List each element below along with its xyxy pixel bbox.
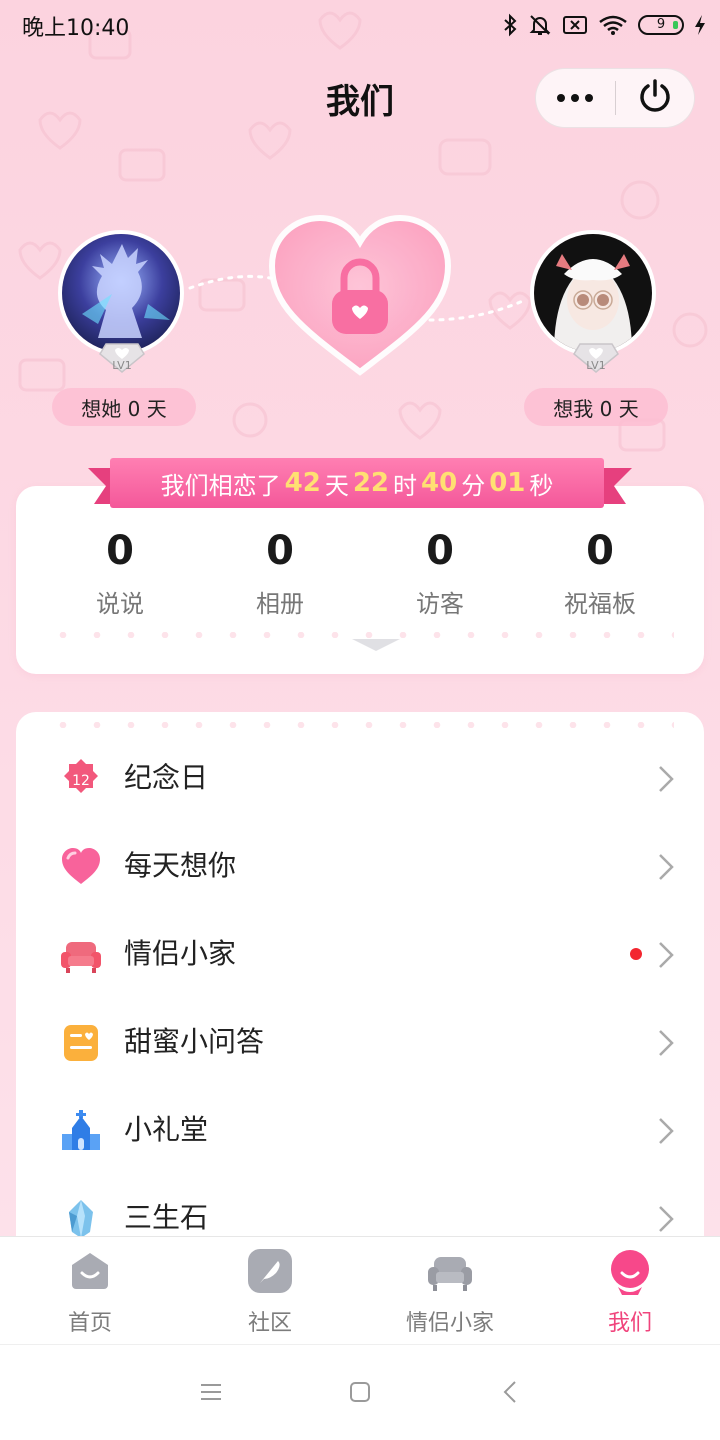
stat-label: 访客 [416,590,464,618]
menu-item-chapel[interactable]: 小礼堂 [16,1086,704,1174]
sofa-icon [428,1257,472,1291]
menu-item-sweet-qa[interactable]: 甜蜜小问答 [16,998,704,1086]
partner-avatar-right[interactable] [530,230,656,356]
timer-minutes: 40 [421,468,458,498]
stat-value: 0 [586,528,614,574]
tab-us[interactable]: 我们 [540,1237,720,1345]
heart-lock-icon[interactable] [268,212,452,382]
menu-card: 12 纪念日 每天想你 情侣小家 甜蜜小问答 小礼堂 三生石 [16,712,704,1272]
stat-value: 0 [266,528,294,574]
notification-dot [630,948,642,960]
chapel-icon [62,1110,100,1150]
menu-label: 小礼堂 [124,1113,209,1146]
stats-card: 0 说说 0 相册 0 访客 0 祝福板 [16,486,704,674]
stat-posts[interactable]: 0 说说 [40,526,200,619]
tab-home[interactable]: 首页 [0,1237,180,1345]
tab-label: 首页 [67,1311,112,1336]
power-icon [637,78,673,118]
timer-hours: 22 [352,468,389,498]
menu-label: 情侣小家 [124,937,237,970]
timer-hours-unit: 时 [393,471,417,500]
chevron-right-icon [659,1206,674,1232]
tab-couple-home[interactable]: 情侣小家 [360,1237,540,1345]
tab-label: 情侣小家 [405,1311,494,1336]
menu-nav-button[interactable] [196,1377,226,1407]
tab-label: 我们 [607,1311,652,1336]
calendar-number: 12 [72,773,90,789]
couple-face-icon [611,1250,649,1295]
wifi-icon [598,13,628,37]
status-time: 晚上10:40 [22,16,130,41]
menu-item-miss-you-daily[interactable]: 每天想你 [16,822,704,910]
decorative-dots [46,632,674,638]
system-nav-bar [0,1344,720,1440]
menu-item-couple-home[interactable]: 情侣小家 [16,910,704,998]
mute-bell-icon [528,13,552,37]
tab-label: 社区 [247,1311,292,1336]
menu-item-anniversary[interactable]: 12 纪念日 [16,734,704,822]
level-badge-right: LV1 [573,343,619,373]
chevron-right-icon [659,1030,674,1056]
miss-me-days: 想我 0 天 [524,388,668,426]
timer-days: 42 [284,468,321,498]
timer-minutes-unit: 分 [461,471,486,500]
decorative-dots [46,722,674,728]
stat-value: 0 [106,528,134,574]
menu-label: 每天想你 [124,849,237,882]
stat-label: 说说 [96,590,144,618]
crystal-stone-icon [69,1200,93,1238]
stat-label: 相册 [256,590,304,618]
home-icon [72,1253,108,1289]
chevron-right-icon [659,942,674,968]
level-text-right: LV1 [586,359,605,372]
status-icons: 9 [502,8,706,42]
stat-label: 祝福板 [564,590,636,618]
collapse-arrow-icon[interactable] [352,639,400,653]
stat-albums[interactable]: 0 相册 [200,526,360,619]
charging-icon [694,14,706,36]
stat-value: 0 [426,528,454,574]
feather-icon [248,1249,292,1293]
stat-blessing-board[interactable]: 0 祝福板 [520,526,680,619]
status-bar: 晚上10:40 9 [0,0,720,50]
menu-label: 甜蜜小问答 [124,1025,265,1058]
more-button[interactable] [536,68,615,128]
sim-icon [562,14,588,36]
home-nav-button[interactable] [345,1377,375,1407]
timer-days-unit: 天 [324,471,349,500]
partner-avatar-left[interactable] [58,230,184,356]
power-button[interactable] [616,68,695,128]
calendar-12-icon: 12 [64,759,98,793]
chevron-right-icon [659,766,674,792]
more-dots-icon [555,89,595,108]
chevron-right-icon [659,1118,674,1144]
timer-seconds: 01 [489,468,526,498]
back-nav-button[interactable] [496,1377,526,1407]
level-text-left: LV1 [112,359,131,372]
chevron-right-icon [659,854,674,880]
timer-seconds-unit: 秒 [529,471,554,500]
heart-icon [62,848,100,884]
mini-program-capsule [535,68,695,128]
qa-card-icon [64,1025,98,1061]
miss-her-days: 想她 0 天 [52,388,196,426]
battery-level-text: 9 [656,17,666,32]
sofa-icon [61,942,101,973]
bluetooth-icon [502,13,518,37]
battery-icon: 9 [638,15,684,35]
timer-prefix: 我们相恋了 [160,471,281,500]
love-timer-banner: 我们相恋了 42 天 22 时 40 分 01 秒 [88,456,632,512]
bottom-tab-bar: 首页 社区 情侣小家 我们 [0,1236,720,1344]
love-timer-ribbon: 我们相恋了 42 天 22 时 40 分 01 秒 [110,458,604,508]
level-badge-left: LV1 [99,343,145,373]
stat-visitors[interactable]: 0 访客 [360,526,520,619]
menu-label: 纪念日 [124,761,209,794]
menu-label: 三生石 [124,1201,209,1234]
tab-community[interactable]: 社区 [180,1237,360,1345]
